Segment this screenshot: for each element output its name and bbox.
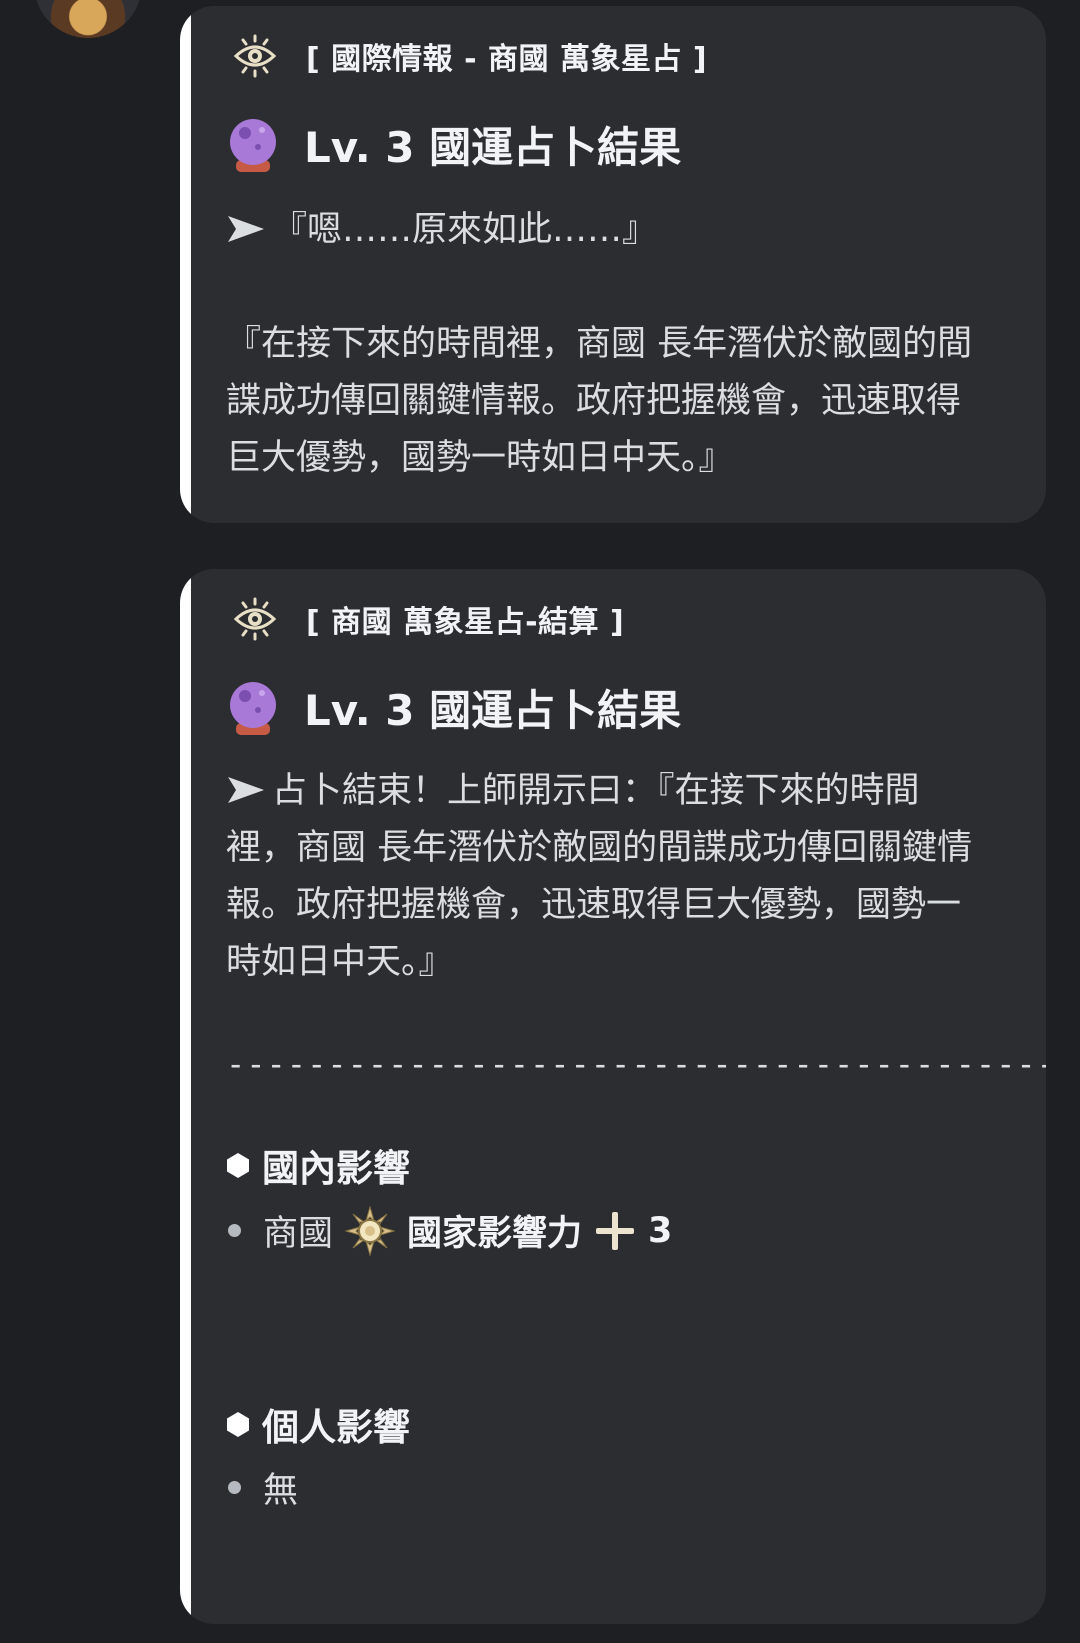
embed-title: Lv. 3 國運占卜結果: [226, 677, 681, 738]
bullet-dot: [228, 1481, 241, 1494]
quote-line: 『嗯……原來如此……』: [226, 202, 986, 259]
country-name: 商國: [263, 1214, 334, 1254]
section-personal-impact: 個人影響: [226, 1397, 410, 1451]
arrow-right-icon: [228, 777, 264, 803]
description-text: 占卜結束！上師開示曰：『在接下來的時間裡，商國 長年潛伏於敵國的間諜成功傳回關鍵…: [226, 771, 973, 982]
embed-title-text: Lv. 3 國運占卜結果: [304, 686, 682, 735]
bullet-dot: [228, 1224, 241, 1237]
sun-emblem-icon: [345, 1205, 396, 1256]
eye-icon: [233, 34, 277, 78]
embed-title-text: Lv. 3 國運占卜結果: [304, 123, 682, 172]
arrow-right-icon: [228, 216, 264, 242]
embed-title: Lv. 3 國運占卜結果: [226, 114, 681, 175]
embed-author: [ 商國 萬象星占-結算 ]: [230, 597, 624, 641]
embed-author-name: [ 商國 萬象星占-結算 ]: [306, 605, 625, 640]
embed-description: 占卜結束！上師開示曰：『在接下來的時間裡，商國 長年潛伏於敵國的間諜成功傳回關鍵…: [226, 763, 986, 991]
section-heading: 個人影響: [262, 1406, 410, 1449]
embed-description: 『在接下來的時間裡，商國 長年潛伏於敵國的間諜成功傳回關鍵情報。政府把握機會，迅…: [226, 324, 973, 478]
crystal-ball-icon: [230, 681, 276, 735]
section-heading: 國內影響: [262, 1147, 410, 1190]
settlement-embed: [ 商國 萬象星占-結算 ] Lv. 3 國運占卜結果 占卜結束！上師開示曰：『…: [180, 569, 1046, 1624]
hexagon-icon: [227, 1411, 249, 1437]
separator-line: ----------------------------------------…: [226, 1045, 1046, 1083]
embed-author: [ 國際情報 - 商國 萬象星占 ]: [230, 34, 707, 78]
quote-text: 『嗯……原來如此……』: [272, 210, 658, 250]
hexagon-icon: [227, 1152, 249, 1178]
section-domestic-impact: 國內影響: [226, 1138, 410, 1192]
item-text: 無: [263, 1471, 299, 1511]
list-item: 商國 國家影響力 3: [226, 1205, 672, 1256]
embed-author-name: [ 國際情報 - 商國 萬象星占 ]: [306, 42, 708, 77]
list-item: 無: [226, 1462, 298, 1513]
intel-embed: [ 國際情報 - 商國 萬象星占 ] Lv. 3 國運占卜結果 『嗯……原來如此…: [180, 6, 1046, 523]
stat-value: 3: [648, 1210, 673, 1251]
plus-icon: [596, 1211, 635, 1250]
stat-name: 國家影響力: [407, 1214, 583, 1254]
user-avatar[interactable]: [34, 0, 142, 38]
crystal-ball-icon: [230, 118, 276, 172]
eye-icon: [233, 597, 277, 641]
